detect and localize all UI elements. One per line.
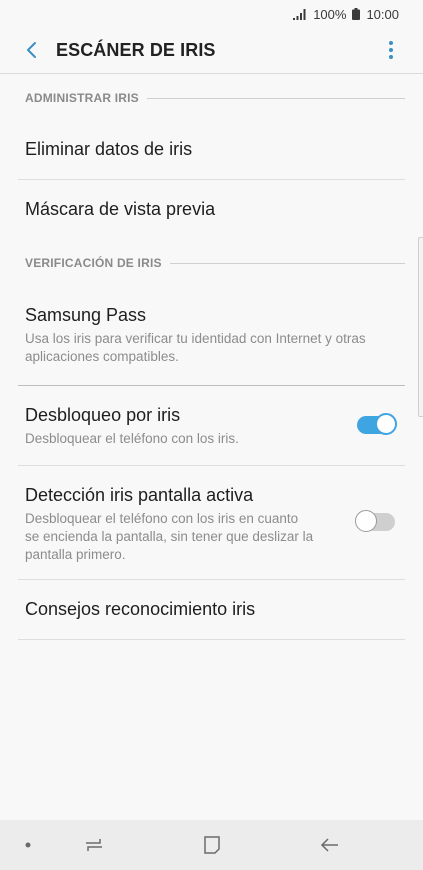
divider — [18, 639, 405, 640]
back-icon — [320, 838, 338, 852]
app-bar: ESCÁNER DE IRIS — [0, 28, 423, 72]
status-bar: 100% 10:00 — [0, 0, 423, 28]
back-arrow-icon — [27, 42, 36, 58]
toggle-knob — [355, 510, 377, 532]
section-header-verificacion: VERIFICACIÓN DE IRIS — [25, 256, 405, 270]
section-rule — [169, 262, 405, 264]
item-subtitle: Usa los iris para verificar tu identidad… — [25, 330, 405, 366]
item-title: Desbloqueo por iris — [25, 405, 181, 425]
list-item-consejos[interactable]: Consejos reconocimiento iris — [25, 599, 405, 620]
subtitle-line: se encienda la pantalla, sin tener que d… — [25, 529, 314, 544]
item-subtitle: Desbloquear el teléfono con los iris en … — [25, 510, 405, 564]
divider — [18, 179, 405, 180]
subtitle-line: pantalla primero. — [25, 547, 126, 562]
recents-button[interactable] — [80, 832, 108, 858]
clock: 10:00 — [366, 6, 399, 22]
item-title: Eliminar datos de iris — [25, 139, 193, 159]
more-vertical-icon — [389, 41, 393, 59]
more-options-button[interactable] — [377, 34, 405, 66]
dot-button[interactable] — [14, 832, 42, 858]
battery-percent: 100% — [313, 6, 347, 22]
list-item-mascara-vista-previa[interactable]: Máscara de vista previa — [25, 199, 405, 220]
section-rule — [146, 97, 405, 99]
home-button[interactable] — [198, 832, 226, 858]
battery-icon — [352, 8, 361, 20]
item-subtitle: Desbloquear el teléfono con los iris. — [25, 431, 239, 446]
screen: 100% 10:00 ESCÁNER DE IRIS ADMINISTRAR I… — [0, 0, 423, 870]
divider — [18, 579, 405, 580]
subtitle-line: Usa los iris para verificar tu identidad… — [25, 331, 366, 346]
signal-icon — [293, 8, 306, 20]
divider — [18, 465, 405, 466]
desbloqueo-iris-toggle[interactable] — [357, 413, 397, 435]
section-header-label: VERIFICACIÓN DE IRIS — [25, 256, 162, 270]
section-header-administrar: ADMINISTRAR IRIS — [25, 91, 405, 105]
divider — [18, 385, 405, 386]
page-title: ESCÁNER DE IRIS — [56, 39, 216, 60]
list-item-samsung-pass[interactable]: Samsung Pass Usa los iris para verificar… — [25, 305, 405, 366]
navigation-bar — [0, 820, 423, 870]
item-title: Máscara de vista previa — [25, 199, 216, 219]
deteccion-iris-toggle[interactable] — [355, 510, 395, 532]
subtitle-line: aplicaciones compatibles. — [25, 349, 179, 364]
edge-panel-handle[interactable] — [418, 237, 423, 417]
section-header-label: ADMINISTRAR IRIS — [25, 91, 139, 105]
list-item-eliminar-datos[interactable]: Eliminar datos de iris — [25, 139, 405, 160]
dot-icon — [25, 842, 31, 848]
back-button[interactable] — [12, 30, 52, 70]
home-icon — [204, 836, 220, 854]
list-item-deteccion-iris[interactable]: Detección iris pantalla activa Desbloque… — [25, 485, 405, 564]
back-nav-button[interactable] — [316, 832, 344, 858]
toggle-knob — [375, 413, 397, 435]
list-item-desbloqueo-iris[interactable]: Desbloqueo por iris Desbloquear el teléf… — [25, 405, 405, 448]
recents-icon — [86, 839, 102, 851]
item-title: Consejos reconocimiento iris — [25, 599, 256, 619]
item-title: Samsung Pass — [25, 305, 147, 325]
app-bar-divider — [0, 73, 423, 74]
item-title: Detección iris pantalla activa — [25, 485, 254, 505]
subtitle-line: Desbloquear el teléfono con los iris en … — [25, 511, 299, 526]
